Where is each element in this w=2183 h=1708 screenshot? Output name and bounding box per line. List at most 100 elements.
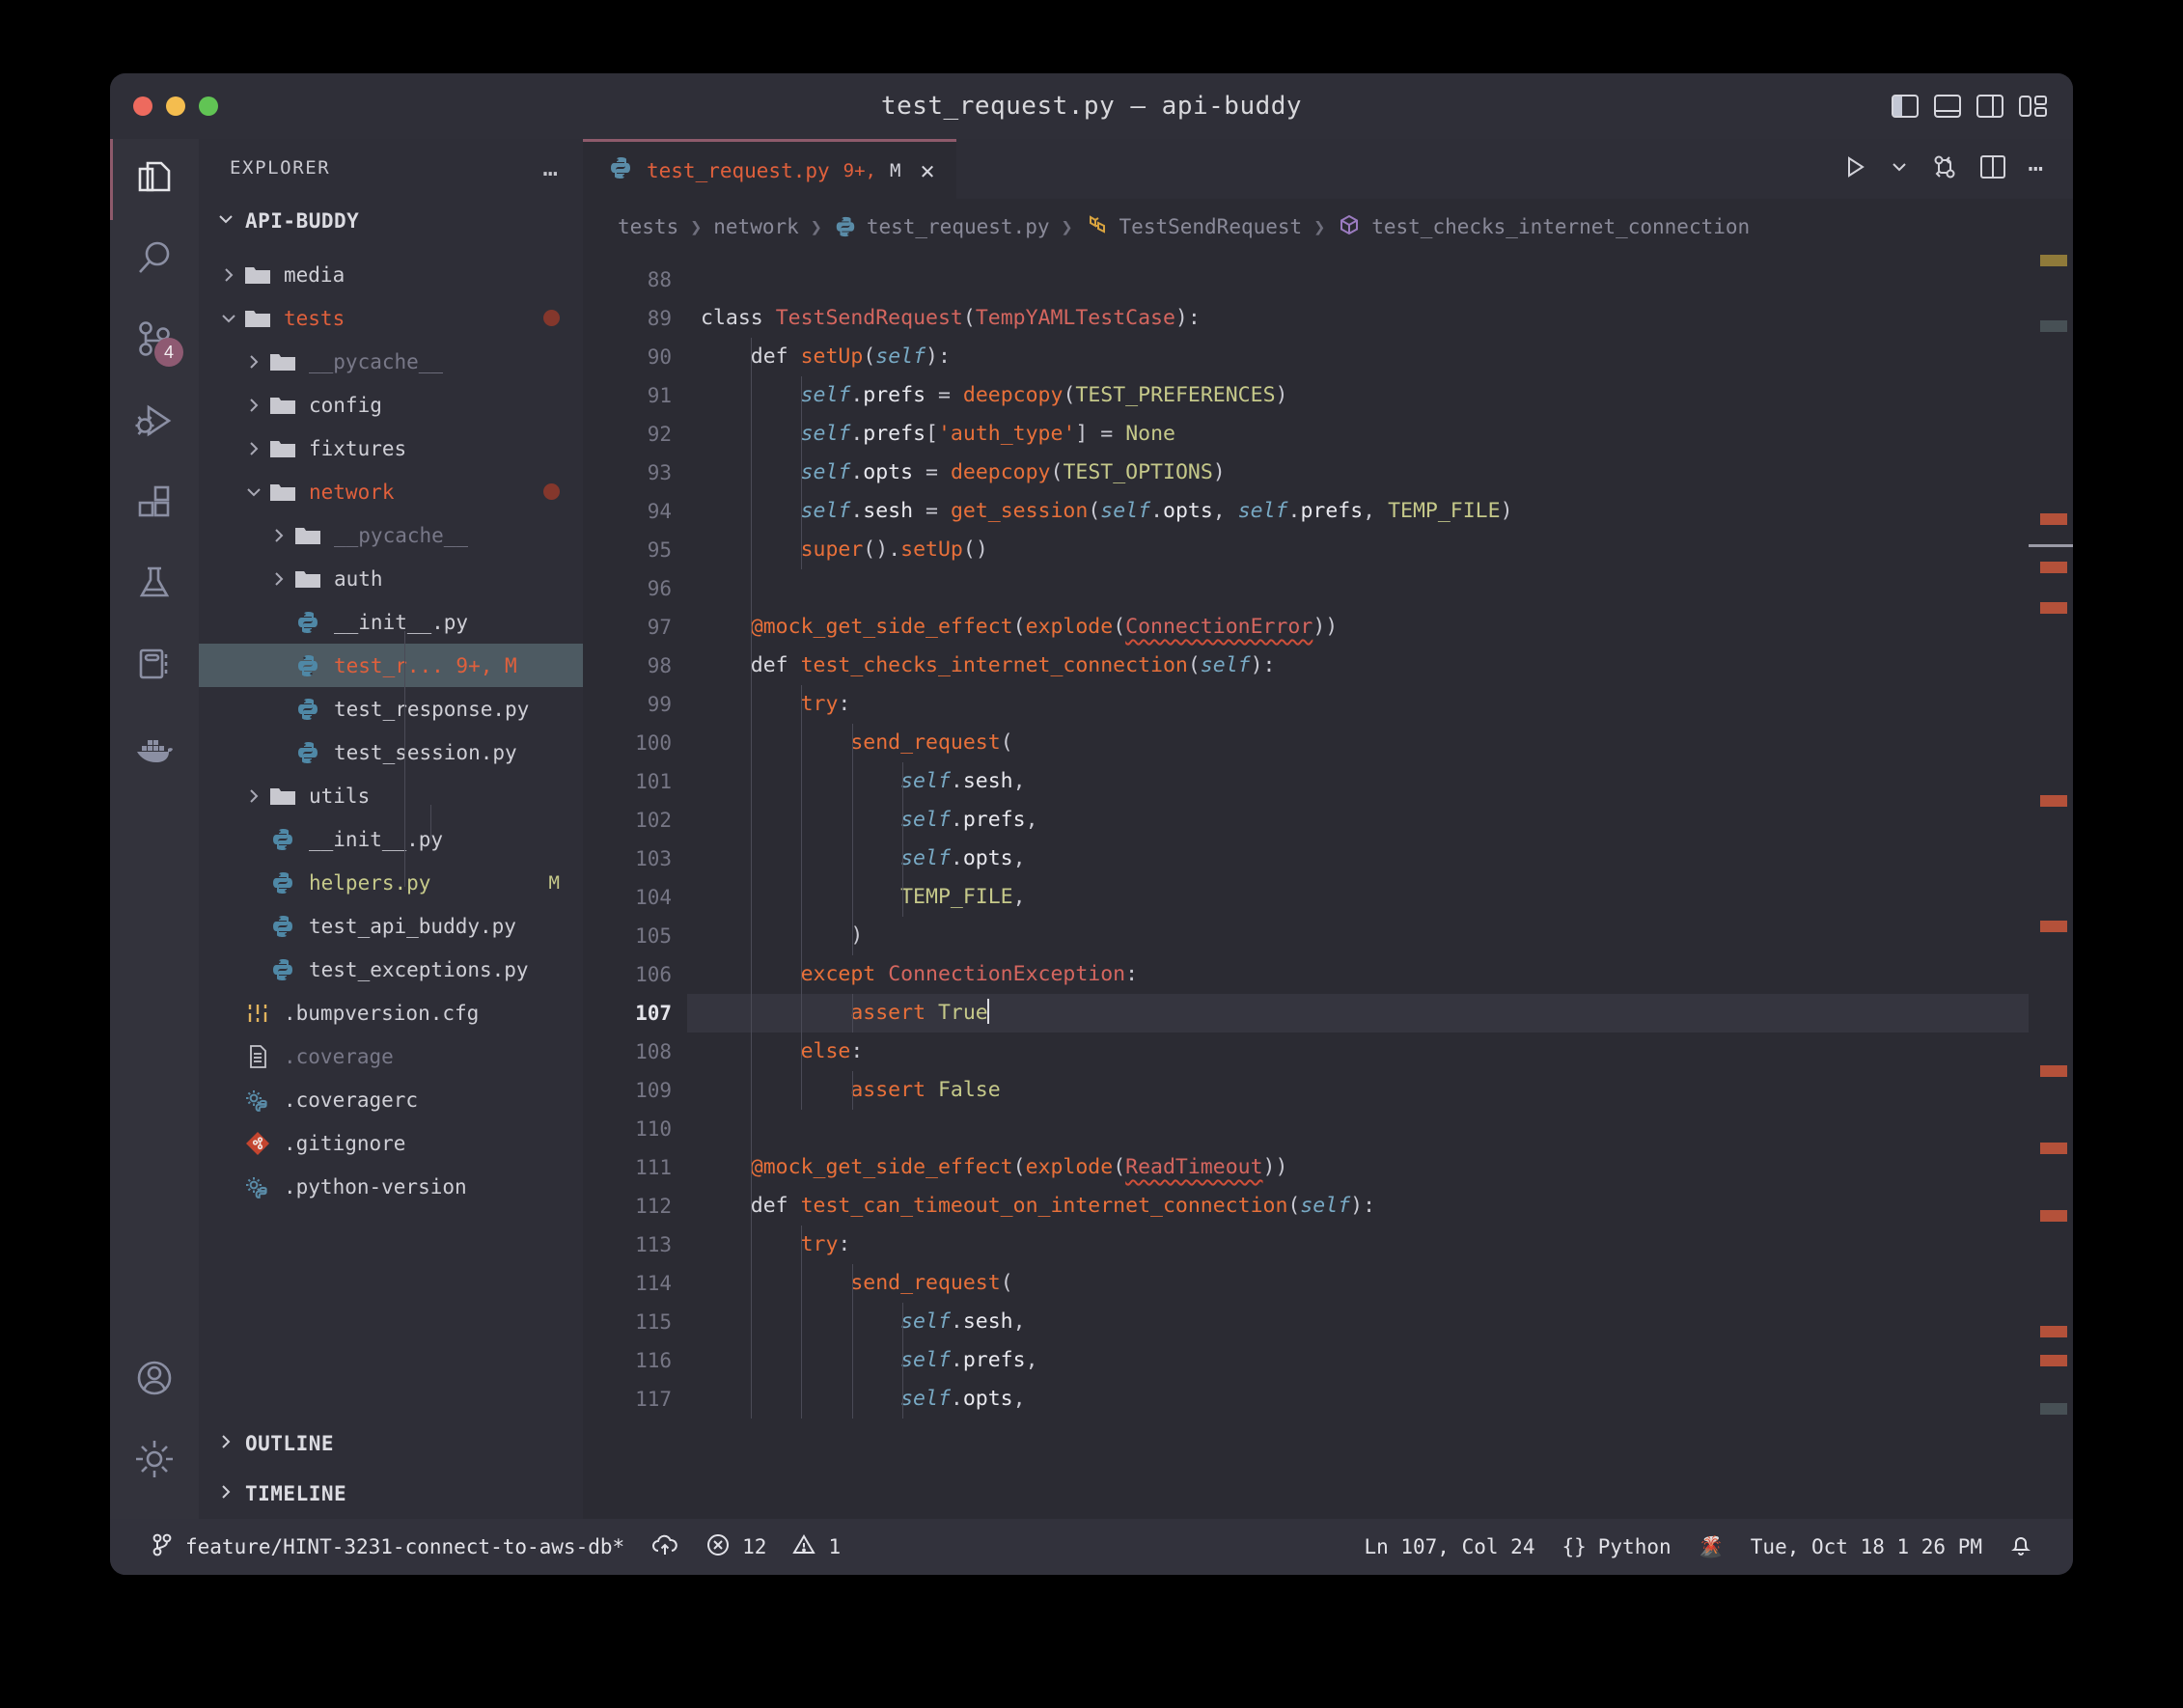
chevron-down-icon[interactable] <box>216 310 241 327</box>
explorer-more-actions[interactable]: … <box>542 155 560 180</box>
status-sync[interactable] <box>638 1519 692 1575</box>
code-line[interactable] <box>687 569 2029 608</box>
tab-test-request-py[interactable]: test_request.py 9+, M ✕ <box>583 139 956 199</box>
tree-file-row[interactable]: .coveragerc <box>199 1078 583 1121</box>
code-line[interactable]: ) <box>687 917 2029 955</box>
split-editor-icon[interactable] <box>1979 154 2006 183</box>
code-line[interactable]: def setUp(self): <box>687 338 2029 376</box>
breadcrumb[interactable]: tests ❯ network ❯ te <box>583 199 2073 255</box>
activity-item-search[interactable] <box>110 220 199 301</box>
tree-file-row[interactable]: test_response.py <box>199 687 583 730</box>
code-line[interactable]: self.opts, <box>687 840 2029 878</box>
more-actions-icon[interactable]: ⋯ <box>2028 156 2046 181</box>
status-interpreter[interactable]: 🌋 <box>1685 1519 1737 1575</box>
status-branch[interactable]: feature/HINT-3231-connect-to-aws-db* <box>137 1519 638 1575</box>
code-editor[interactable]: 8889909192939495969798991001011021031041… <box>583 255 2073 1519</box>
maximize-window-button[interactable] <box>199 96 218 116</box>
tree-folder-row[interactable]: auth <box>199 557 583 600</box>
chevron-right-icon[interactable] <box>266 570 291 588</box>
tree-folder-row[interactable]: tests <box>199 296 583 340</box>
code-line[interactable]: self.sesh, <box>687 1303 2029 1341</box>
chevron-right-icon[interactable] <box>266 527 291 544</box>
sidebar-section-outline[interactable]: OUTLINE <box>199 1419 583 1469</box>
activity-item-extensions[interactable] <box>110 463 199 544</box>
activity-item-testing[interactable] <box>110 544 199 625</box>
code-line[interactable]: assert True <box>687 994 2029 1033</box>
code-line[interactable]: @mock_get_side_effect(explode(ReadTimeou… <box>687 1148 2029 1187</box>
code-line[interactable]: assert False <box>687 1071 2029 1110</box>
code-line[interactable]: super().setUp() <box>687 531 2029 569</box>
chevron-right-icon[interactable] <box>241 397 266 414</box>
activity-item-source-control[interactable]: 4 <box>110 301 199 382</box>
file-tree[interactable]: mediatests__pycache__configfixturesnetwo… <box>199 245 583 1419</box>
run-icon[interactable] <box>1842 154 1867 183</box>
customize-layout-icon[interactable] <box>2019 95 2048 118</box>
code-content[interactable]: class TestSendRequest(TempYAMLTestCase):… <box>687 255 2029 1519</box>
chevron-right-icon[interactable] <box>241 440 266 457</box>
code-line[interactable]: class TestSendRequest(TempYAMLTestCase): <box>687 299 2029 338</box>
code-line[interactable]: self.prefs, <box>687 801 2029 840</box>
breadcrumb-item-method[interactable]: test_checks_internet_connection <box>1337 212 1750 242</box>
tree-file-row[interactable]: __init__.py <box>199 817 583 861</box>
tree-folder-row[interactable]: media <box>199 253 583 296</box>
code-line[interactable]: send_request( <box>687 1264 2029 1303</box>
code-line[interactable]: @mock_get_side_effect(explode(Connection… <box>687 608 2029 647</box>
code-line[interactable]: self.opts, <box>687 1380 2029 1419</box>
sidebar-section-timeline[interactable]: TIMELINE <box>199 1469 583 1519</box>
code-line[interactable]: TEMP_FILE, <box>687 878 2029 917</box>
window-controls[interactable] <box>133 96 218 116</box>
tree-file-row[interactable]: helpers.pyM <box>199 861 583 904</box>
chevron-down-icon[interactable] <box>1889 156 1910 181</box>
activity-item-notebook[interactable] <box>110 625 199 706</box>
minimize-window-button[interactable] <box>166 96 185 116</box>
breadcrumb-item-tests[interactable]: tests <box>618 215 678 238</box>
status-language[interactable]: {} Python <box>1548 1519 1684 1575</box>
tree-file-row[interactable]: .bumpversion.cfg <box>199 991 583 1034</box>
code-line[interactable]: self.prefs, <box>687 1341 2029 1380</box>
code-line[interactable]: else: <box>687 1033 2029 1071</box>
overview-ruler[interactable] <box>2029 255 2073 1519</box>
code-line[interactable]: send_request( <box>687 724 2029 762</box>
tree-folder-row[interactable]: fixtures <box>199 427 583 470</box>
tree-file-row[interactable]: test_exceptions.py <box>199 948 583 991</box>
toggle-secondary-sidebar-icon[interactable] <box>1976 95 2003 118</box>
tree-folder-row[interactable]: __pycache__ <box>199 340 583 383</box>
activity-item-run-and-debug[interactable] <box>110 382 199 463</box>
activity-item-accounts[interactable] <box>110 1339 199 1420</box>
chevron-down-icon[interactable] <box>241 483 266 501</box>
tree-folder-row[interactable]: __pycache__ <box>199 513 583 557</box>
toggle-panel-icon[interactable] <box>1934 95 1961 118</box>
layout-controls[interactable] <box>1892 95 2048 118</box>
breadcrumb-item-network[interactable]: network <box>713 215 799 238</box>
status-datetime[interactable]: Tue, Oct 18 1 26 PM <box>1737 1519 1996 1575</box>
code-line[interactable]: self.sesh, <box>687 762 2029 801</box>
chevron-right-icon[interactable] <box>241 353 266 371</box>
tree-file-row[interactable]: .coverage <box>199 1034 583 1078</box>
toggle-primary-sidebar-icon[interactable] <box>1892 95 1919 118</box>
code-line[interactable]: def test_checks_internet_connection(self… <box>687 647 2029 685</box>
close-window-button[interactable] <box>133 96 152 116</box>
tab-close-icon[interactable]: ✕ <box>920 156 934 184</box>
code-line[interactable]: self.opts = deepcopy(TEST_OPTIONS) <box>687 454 2029 492</box>
code-line[interactable]: try: <box>687 685 2029 724</box>
explorer-root-folder[interactable]: API-BUDDY <box>199 197 583 245</box>
code-line[interactable]: except ConnectionException: <box>687 955 2029 994</box>
code-line[interactable]: try: <box>687 1226 2029 1264</box>
tree-file-row[interactable]: test_r... 9+, M <box>199 644 583 687</box>
code-line[interactable] <box>687 261 2029 299</box>
tree-folder-row[interactable]: config <box>199 383 583 427</box>
tree-file-row[interactable]: test_api_buddy.py <box>199 904 583 948</box>
code-line[interactable]: self.prefs = deepcopy(TEST_PREFERENCES) <box>687 376 2029 415</box>
tree-file-row[interactable]: test_session.py <box>199 730 583 774</box>
tree-folder-row[interactable]: utils <box>199 774 583 817</box>
activity-item-settings[interactable] <box>110 1420 199 1501</box>
chevron-right-icon[interactable] <box>216 266 241 284</box>
code-line[interactable]: self.prefs['auth_type'] = None <box>687 415 2029 454</box>
tree-file-row[interactable]: .gitignore <box>199 1121 583 1165</box>
activity-item-docker[interactable] <box>110 706 199 787</box>
code-line[interactable]: self.sesh = get_session(self.opts, self.… <box>687 492 2029 531</box>
tree-file-row[interactable]: __init__.py <box>199 600 583 644</box>
status-notifications[interactable] <box>1996 1519 2046 1575</box>
tree-file-row[interactable]: .python-version <box>199 1165 583 1208</box>
tree-folder-row[interactable]: network <box>199 470 583 513</box>
